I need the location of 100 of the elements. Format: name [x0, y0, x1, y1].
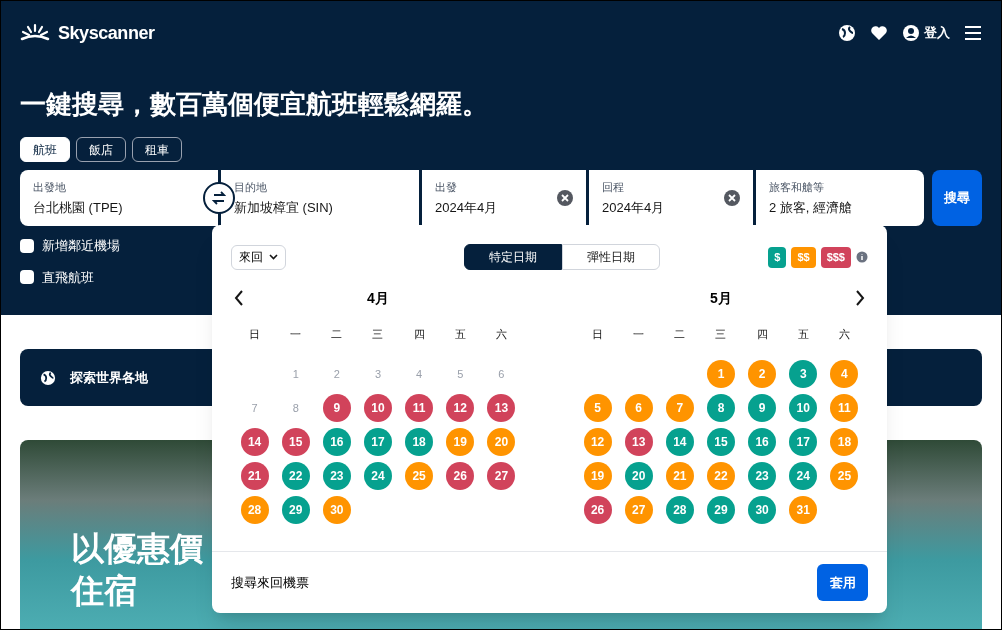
calendar-day[interactable]: 24 [789, 462, 818, 490]
calendar-day[interactable]: 7 [665, 394, 694, 422]
calendar-day[interactable]: 13 [487, 394, 516, 422]
calendar-day[interactable]: 19 [583, 462, 612, 490]
checkbox[interactable] [20, 270, 34, 285]
calendar-day[interactable]: 30 [748, 496, 777, 524]
calendar-day[interactable]: 28 [665, 496, 694, 524]
calendar-day[interactable]: 29 [707, 496, 735, 524]
calendar-day[interactable]: 21 [240, 462, 269, 490]
calendar-day[interactable]: 2 [748, 360, 777, 388]
calendar-day[interactable]: 26 [446, 462, 475, 490]
calendar-day[interactable]: 28 [240, 496, 269, 524]
logo-text[interactable]: Skyscanner [58, 19, 155, 47]
calendar-day[interactable]: 3 [789, 360, 818, 388]
calendar-day[interactable]: 24 [364, 462, 392, 490]
calendar-day[interactable]: 1 [707, 360, 735, 388]
calendar-day[interactable]: 13 [624, 428, 653, 456]
calendar-day[interactable]: 5 [583, 394, 612, 422]
field-label: 回程 [602, 180, 625, 195]
day-number: 8 [291, 400, 300, 416]
calendar-day[interactable]: 22 [707, 462, 735, 490]
search-field[interactable]: 旅客和艙等 2 旅客, 經濟艙 [756, 170, 924, 226]
calendar-day[interactable]: 15 [281, 428, 310, 456]
calendar-day[interactable]: 14 [665, 428, 694, 456]
calendar-day[interactable]: 27 [487, 462, 516, 490]
clear-icon[interactable] [557, 190, 573, 206]
calendar-day[interactable]: 9 [748, 394, 777, 422]
search-field[interactable]: 目的地 新加坡樟宜 (SIN) [221, 170, 419, 226]
calendar-day[interactable]: 18 [830, 428, 859, 456]
weekday-label: 三 [372, 327, 384, 342]
calendar-day[interactable]: 17 [364, 428, 392, 456]
chevron-right-icon[interactable] [855, 290, 865, 306]
sunrise-logo-icon [20, 23, 50, 43]
calendar-day[interactable]: 10 [364, 394, 392, 422]
calendar-day[interactable]: 14 [240, 428, 269, 456]
calendar-day[interactable]: 21 [665, 462, 694, 490]
calendar-day[interactable]: 23 [748, 462, 777, 490]
tab[interactable]: 租車 [132, 137, 182, 162]
price-tag: $$$ [820, 246, 851, 268]
clear-icon[interactable] [724, 190, 740, 206]
field-value: 2024年4月 [602, 198, 665, 217]
chevron-left-icon[interactable] [234, 290, 244, 306]
calendar-day[interactable]: 30 [322, 496, 351, 524]
calendar-day[interactable]: 11 [405, 394, 434, 422]
heart-icon[interactable] [870, 25, 888, 41]
calendar-day[interactable]: 12 [446, 394, 475, 422]
globe-icon [40, 369, 56, 386]
calendar-day[interactable]: 19 [446, 428, 475, 456]
calendar-day[interactable]: 31 [789, 496, 818, 524]
calendar-day[interactable]: 15 [707, 428, 735, 456]
user-icon[interactable] [902, 24, 920, 42]
checkbox[interactable] [20, 238, 34, 253]
globe-icon[interactable] [838, 24, 856, 42]
calendar-day[interactable]: 10 [789, 394, 818, 422]
calendar-day[interactable]: 22 [281, 462, 310, 490]
calendar-day[interactable]: 9 [322, 394, 351, 422]
date-mode-tab[interactable]: 特定日期 [464, 244, 563, 270]
field-value: 新加坡樟宜 (SIN) [234, 198, 333, 217]
day-number: 2 [332, 366, 341, 382]
calendar-day[interactable]: 6 [624, 394, 653, 422]
tab[interactable]: 飯店 [76, 137, 126, 162]
hero-title: 以優惠價 [71, 529, 203, 569]
calendar-day[interactable]: 11 [830, 394, 859, 422]
day-number: 3 [373, 366, 383, 382]
apply-button[interactable]: 套用 [817, 564, 868, 601]
menu-icon[interactable] [964, 26, 982, 40]
calendar-day[interactable]: 23 [322, 462, 351, 490]
calendar-day[interactable]: 27 [624, 496, 653, 524]
calendar-day[interactable]: 25 [405, 462, 434, 490]
trip-type-dropdown[interactable]: 來回 [231, 244, 286, 270]
calendar-day[interactable]: 4 [830, 360, 859, 388]
calendar-day[interactable]: 29 [281, 496, 310, 524]
calendar-day[interactable]: 8 [707, 394, 735, 422]
month-title: 5月 [710, 288, 732, 308]
month-title: 4月 [367, 288, 389, 308]
field-value: 2024年4月 [435, 198, 498, 217]
tab[interactable]: 航班 [20, 137, 70, 162]
caret-icon [269, 254, 278, 260]
search-button[interactable]: 搜尋 [932, 170, 982, 226]
weekday-label: 一 [290, 327, 302, 342]
calendar-day[interactable]: 17 [789, 428, 818, 456]
search-field[interactable]: 回程 2024年4月 [589, 170, 753, 226]
day-number: 7 [250, 400, 259, 416]
info-icon[interactable] [856, 251, 868, 263]
search-field[interactable]: 出發 2024年4月 [422, 170, 586, 226]
login-link[interactable]: 登入 [924, 23, 950, 43]
calendar-day[interactable]: 16 [748, 428, 777, 456]
explore-link[interactable]: 探索世界各地 [70, 367, 148, 388]
calendar-day[interactable]: 12 [583, 428, 612, 456]
calendar-day[interactable]: 16 [322, 428, 351, 456]
calendar-day[interactable]: 20 [624, 462, 653, 490]
calendar-day[interactable]: 20 [487, 428, 516, 456]
checkbox-label: 直飛航班 [42, 268, 94, 287]
weekday-label: 二 [674, 327, 686, 342]
day-number: 1 [291, 366, 300, 382]
search-field[interactable]: 出發地 台北桃園 (TPE) [20, 170, 218, 226]
calendar-day[interactable]: 25 [830, 462, 859, 490]
calendar-day[interactable]: 26 [583, 496, 612, 524]
date-mode-tab[interactable]: 彈性日期 [562, 244, 661, 270]
calendar-day[interactable]: 18 [405, 428, 434, 456]
